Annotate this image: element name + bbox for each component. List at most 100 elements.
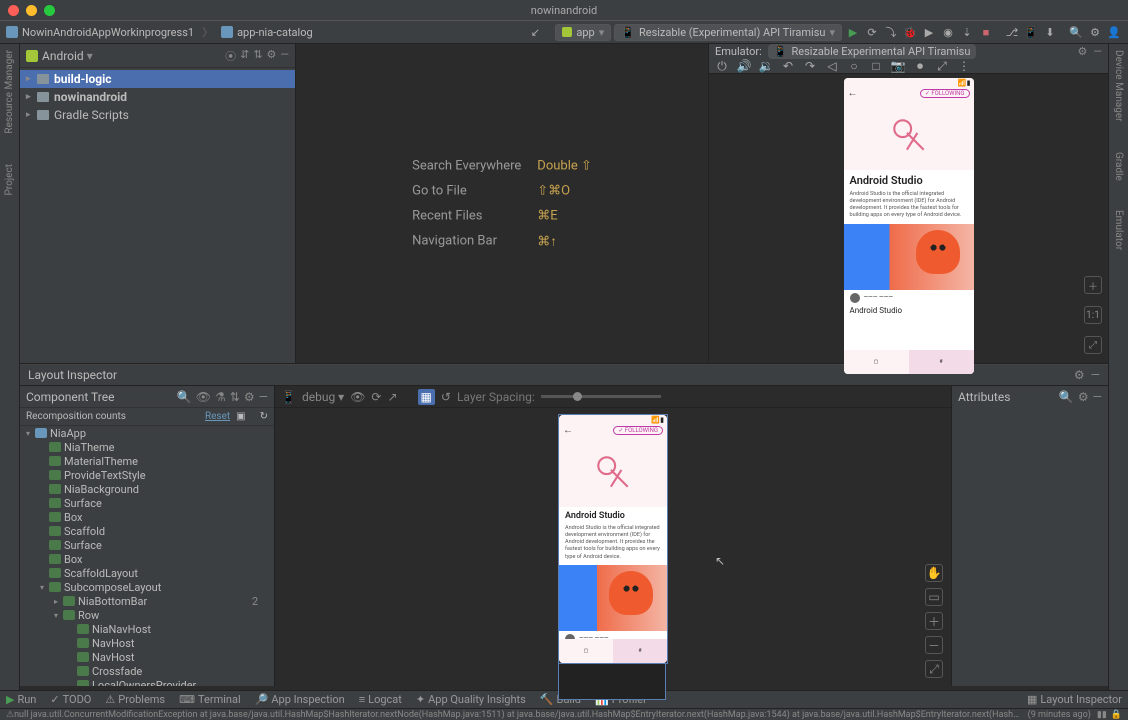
gear-icon[interactable]: ⚙ (1078, 45, 1088, 58)
memory-indicator[interactable]: ▮▮ (1097, 710, 1107, 720)
emulator-tab[interactable]: 📱 Resizable Experimental API Tiramisu (768, 44, 977, 59)
3d-mode-icon[interactable]: ▦ (418, 389, 435, 405)
export-icon[interactable]: ↗ (387, 390, 397, 404)
run-config-dropdown[interactable]: app ▾ (555, 24, 611, 41)
volume-up-icon[interactable]: 🔊 (737, 59, 751, 73)
project-view-mode[interactable]: Android (42, 49, 84, 63)
project-tree-item[interactable]: ▸nowinandroid (20, 88, 295, 106)
recomposition-reset[interactable]: Reset (205, 411, 230, 422)
terminal-tab[interactable]: ⌨Terminal (179, 693, 241, 706)
component-tree-item[interactable]: ▾SubcomposeLayout (20, 580, 274, 594)
overview-icon[interactable]: □ (869, 59, 883, 73)
sort-icon[interactable]: ⇅ (230, 390, 240, 404)
component-tree-item[interactable]: ProvideTextStyle (20, 468, 274, 482)
zoom-fit-icon[interactable]: ⤢ (925, 660, 943, 678)
component-tree-item[interactable]: ▾Row (20, 608, 274, 622)
hide-icon[interactable]: — (1093, 390, 1102, 404)
rotate-left-icon[interactable]: ↶ (781, 59, 795, 73)
component-tree-item[interactable]: Surface (20, 538, 274, 552)
resize-mode-icon[interactable]: ⤢ (935, 59, 949, 73)
settings-icon[interactable]: ⚙ (1087, 24, 1103, 40)
eye-icon[interactable]: 👁 (196, 390, 211, 404)
apply-changes-icon[interactable]: ⟳ (864, 24, 880, 40)
app-quality-tab[interactable]: ✦App Quality Insights (416, 693, 526, 706)
run-button[interactable]: ▶ (845, 24, 861, 40)
left-rail-project[interactable]: Project (4, 164, 15, 196)
gear-icon[interactable]: ⚙ (1078, 390, 1089, 404)
expand-all-icon[interactable]: ⇵ (240, 48, 249, 64)
component-tree-item[interactable]: NiaBackground (20, 482, 274, 496)
component-tree-item[interactable]: NiaTheme (20, 440, 274, 454)
problems-tab[interactable]: ⚠Problems (105, 693, 165, 706)
layout-inspector-tab[interactable]: ▦Layout Inspector (1027, 693, 1122, 706)
screenshot-icon[interactable]: 📷 (891, 59, 905, 73)
zoom-1-1[interactable]: 1:1 (1084, 306, 1102, 324)
debug-button[interactable]: 🐞 (902, 24, 918, 40)
right-rail-emulator[interactable]: Emulator (1113, 210, 1124, 250)
project-tree-item[interactable]: ▸build-logic (20, 70, 295, 88)
component-tree-item[interactable]: MaterialTheme (20, 454, 274, 468)
zoom-in-icon[interactable]: ＋ (1084, 276, 1102, 294)
project-tree[interactable]: ▸build-logic▸nowinandroid▸Gradle Scripts (20, 68, 295, 126)
right-rail-device-manager[interactable]: Device Manager (1113, 50, 1124, 122)
component-tree-item[interactable]: ▸NiaBottomBar2 (20, 594, 274, 608)
sdk-icon[interactable]: ⬇ (1042, 24, 1058, 40)
component-tree-item[interactable]: Crossfade (20, 664, 274, 678)
process-dropdown[interactable]: debug ▾ (302, 390, 344, 404)
component-tree-item[interactable]: LocalOwnersProvider (20, 678, 274, 686)
search-icon[interactable]: 🔍 (1059, 390, 1074, 404)
hide-icon[interactable]: — (259, 390, 268, 404)
gear-icon[interactable]: ⚙ (244, 390, 255, 404)
left-rail-resource-manager[interactable]: Resource Manager (4, 50, 15, 134)
emulator-viewport[interactable]: 📶▮ ← ✓ FOLLOWING Android Studio Android … (709, 74, 1108, 374)
attach-debugger-icon[interactable]: ⇣ (959, 24, 975, 40)
apply-code-icon[interactable]: ⤵ (883, 24, 899, 40)
breadcrumb[interactable]: NowinAndroidAppWorkinprogress1 〉 app-nia… (6, 24, 313, 40)
sync-icon[interactable]: ↙ (527, 24, 543, 40)
component-tree-item[interactable]: Scaffold (20, 524, 274, 538)
project-tree-item[interactable]: ▸Gradle Scripts (20, 106, 295, 124)
profile-icon[interactable]: ◉ (940, 24, 956, 40)
account-icon[interactable]: 👤 (1106, 24, 1122, 40)
component-tree-item[interactable]: NavHost (20, 650, 274, 664)
layer-spacing-slider[interactable] (541, 395, 661, 398)
inspector-device-preview[interactable]: 📶▮ ←✓ FOLLOWING Android Studio Android S… (558, 414, 668, 700)
component-tree[interactable]: ▾NiaAppNiaThemeMaterialThemeProvideTextS… (20, 426, 274, 686)
component-tree-item[interactable]: ScaffoldLayout (20, 566, 274, 580)
component-tree-item[interactable]: ▾NiaApp (20, 426, 274, 440)
record-icon[interactable]: ⏺ (913, 59, 927, 73)
zoom-in-icon[interactable]: ＋ (925, 612, 943, 630)
component-tree-item[interactable]: Box (20, 552, 274, 566)
minimize-window-dot[interactable] (26, 5, 37, 16)
home-icon[interactable]: ○ (847, 59, 861, 73)
device-target-dropdown[interactable]: 📱 Resizable (Experimental) API Tiramisu … (614, 24, 842, 41)
component-tree-item[interactable]: Box (20, 510, 274, 524)
status-message[interactable]: null java.util.ConcurrentModificationExc… (14, 710, 1020, 720)
collapse-all-icon[interactable]: ⇅ (253, 48, 262, 64)
close-window-dot[interactable] (8, 5, 19, 16)
more-icon[interactable]: ⋮ (957, 59, 971, 73)
hide-icon[interactable]: — (280, 48, 289, 64)
coverage-icon[interactable]: ▶ (921, 24, 937, 40)
zoom-out-icon[interactable]: － (925, 636, 943, 654)
stop-button[interactable]: ■ (978, 24, 994, 40)
search-icon[interactable]: 🔍 (177, 390, 192, 404)
select-icon[interactable]: ▭ (925, 588, 943, 606)
avd-icon[interactable]: 📱 (1023, 24, 1039, 40)
live-icon[interactable]: 👁 (350, 390, 365, 404)
refresh-icon[interactable]: ⟳ (371, 390, 381, 404)
search-icon[interactable]: 🔍 (1068, 24, 1084, 40)
run-tab[interactable]: ▶Run (6, 693, 36, 706)
rotate-right-icon[interactable]: ↷ (803, 59, 817, 73)
rotate-reset-icon[interactable]: ↺ (441, 390, 451, 404)
minimize-icon[interactable]: — (1093, 45, 1102, 58)
component-tree-item[interactable]: NiaNavHost (20, 622, 274, 636)
power-icon[interactable]: ⏻ (715, 59, 729, 73)
component-tree-item[interactable]: NavHost (20, 636, 274, 650)
pan-icon[interactable]: ✋ (925, 564, 943, 582)
gear-icon[interactable]: ⚙ (267, 48, 277, 64)
component-tree-item[interactable]: Surface (20, 496, 274, 510)
right-rail-gradle[interactable]: Gradle (1113, 152, 1124, 181)
layout-inspector-canvas[interactable]: 📱 debug ▾ 👁 ⟳ ↗ ▦ ↺ Layer Spacing: 📶▮ (275, 386, 951, 686)
lock-icon[interactable]: 🔒 (1111, 710, 1122, 720)
